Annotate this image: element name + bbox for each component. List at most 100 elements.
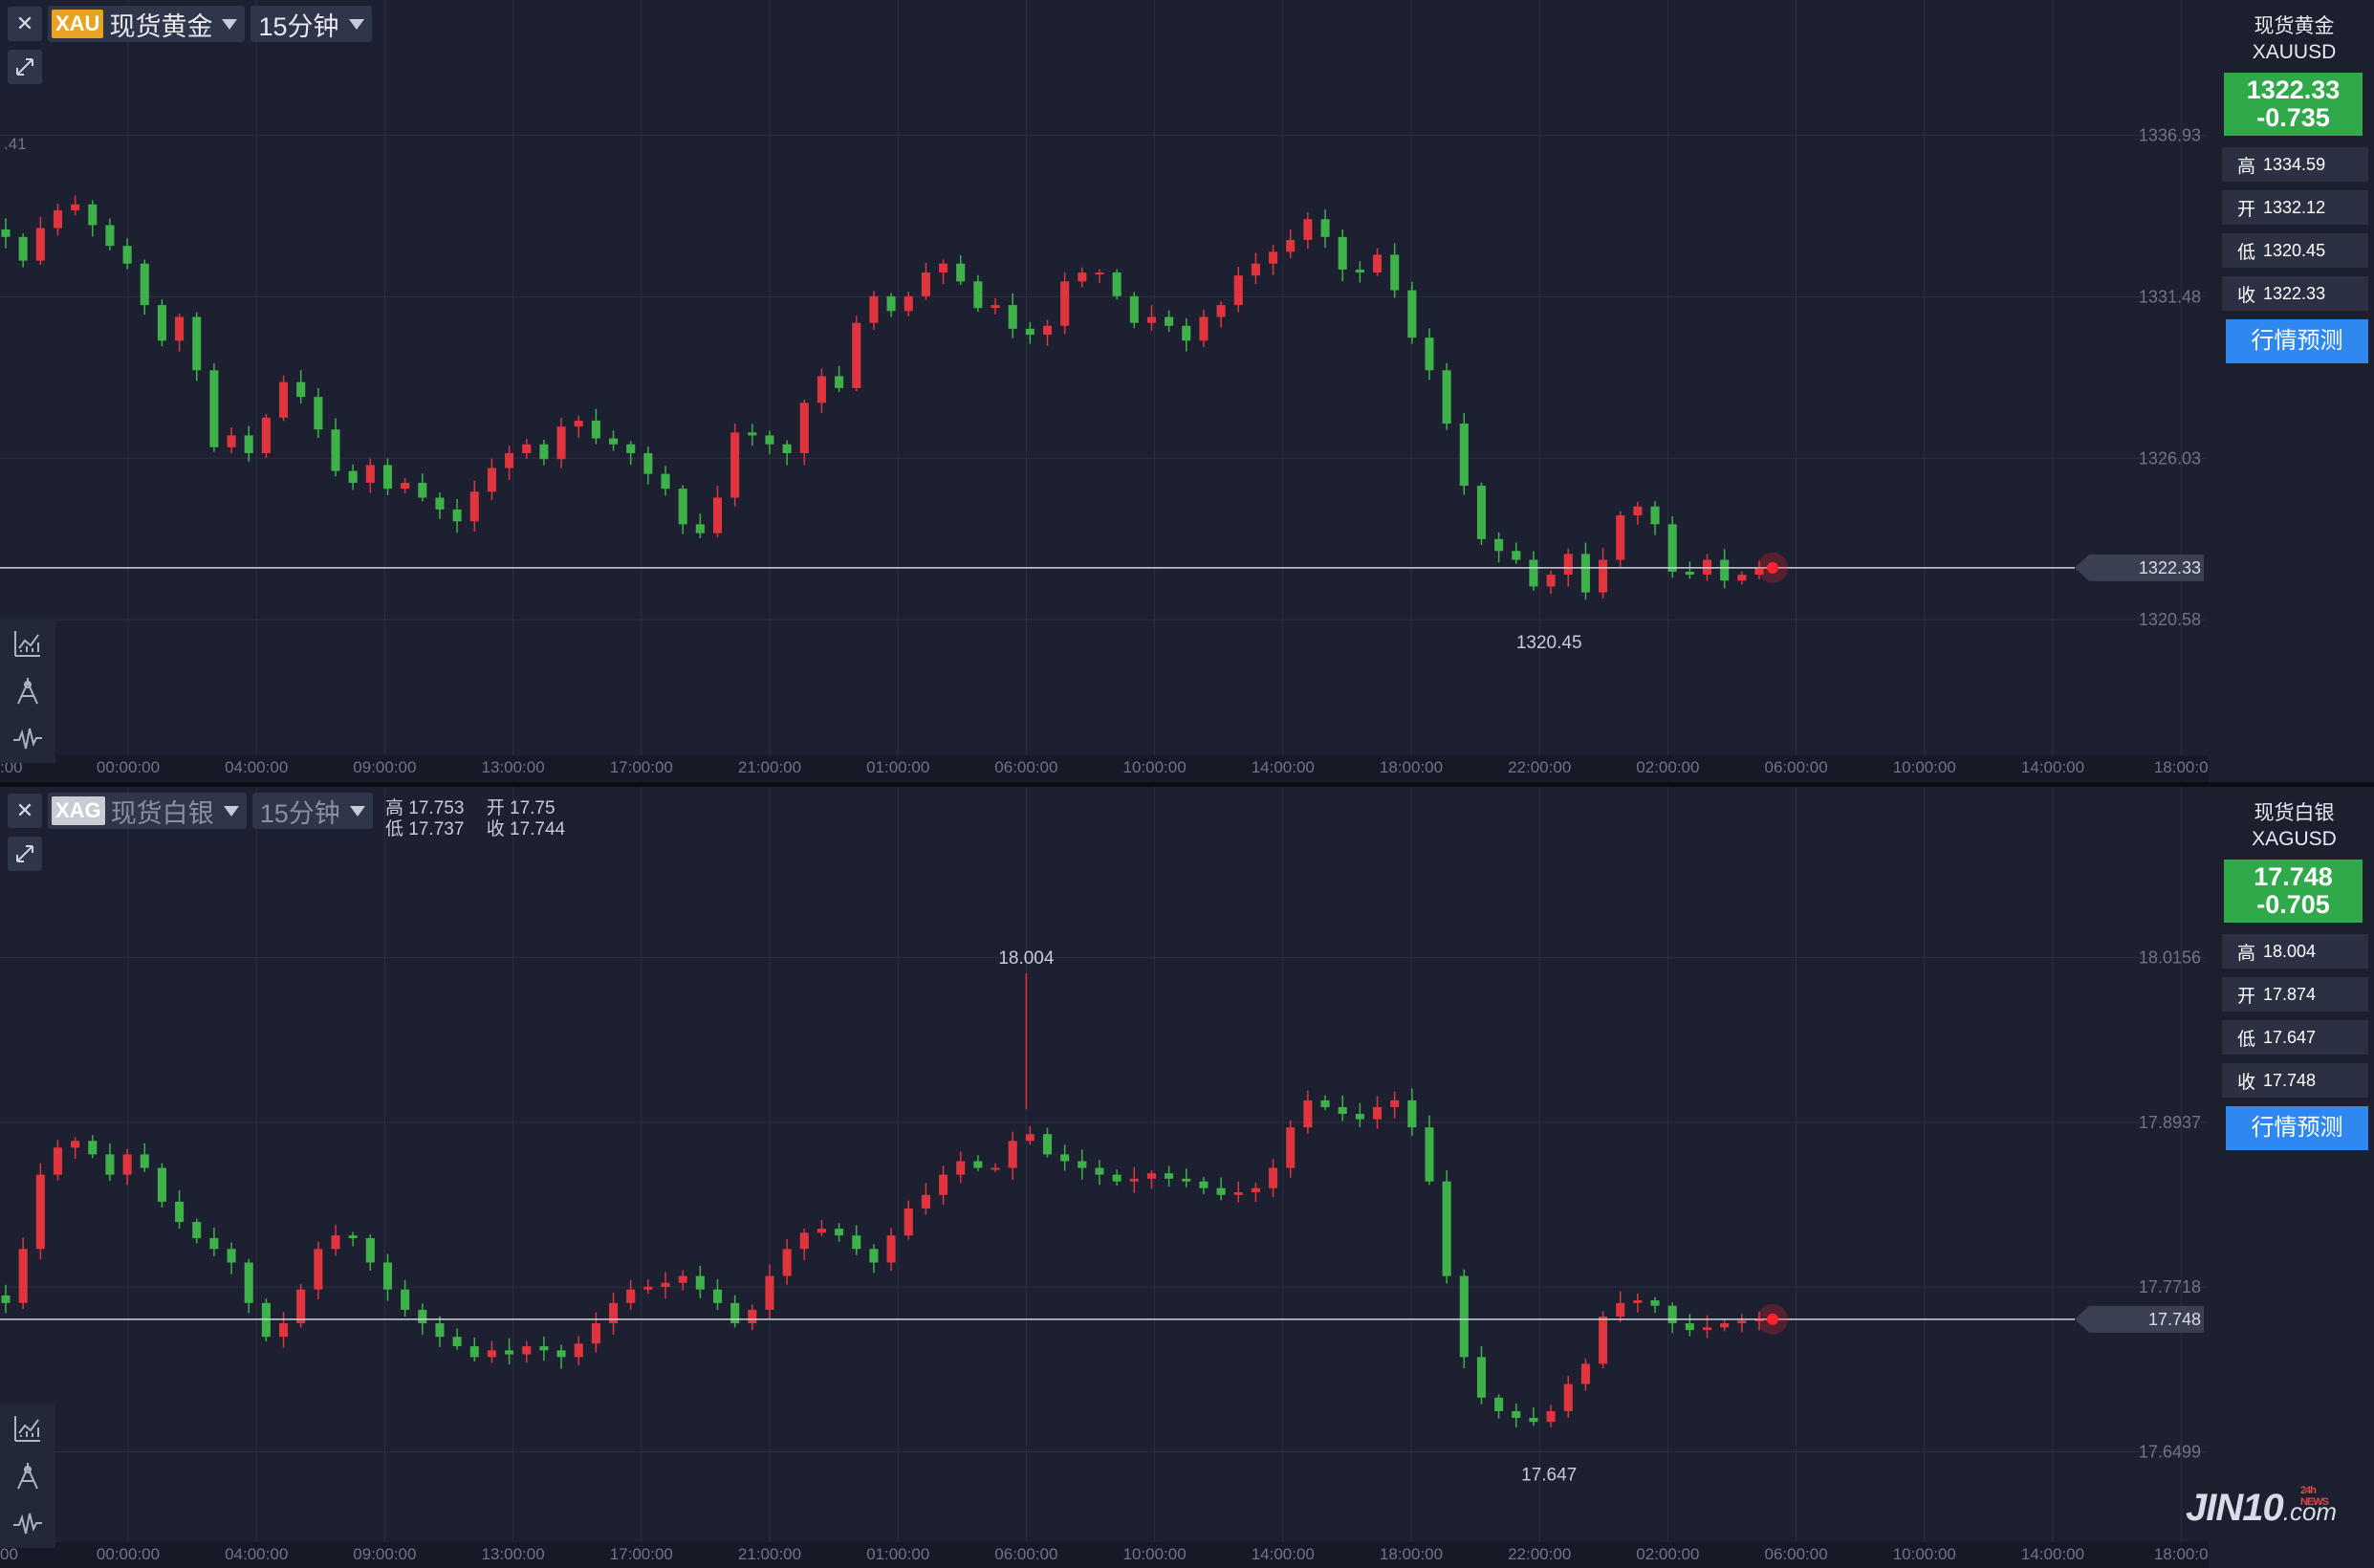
candle-body — [712, 1289, 723, 1303]
candle-body — [522, 444, 532, 453]
x-tick-label: 22:00:00 — [1508, 1545, 1571, 1563]
candle-body — [227, 435, 236, 447]
candle-body — [1060, 1154, 1070, 1162]
instrument-name: 现货黄金 XAUUSD — [2214, 13, 2374, 65]
x-axis-strip — [0, 755, 2209, 782]
candle-body — [1390, 254, 1400, 291]
candle-body — [1008, 305, 1017, 329]
x-tick-label: 10:00:00 — [1893, 758, 1956, 776]
candle-body — [1633, 506, 1643, 516]
candle-body — [1338, 236, 1347, 270]
drawing-tool-icon[interactable] — [11, 1460, 44, 1492]
candle-body — [487, 468, 496, 492]
candle-body — [1199, 1181, 1209, 1188]
drawing-tool-icon[interactable] — [11, 675, 44, 708]
close-icon: ✕ — [15, 798, 34, 822]
candle-body — [18, 1249, 28, 1303]
x-tick-label: 18:00:0 — [2154, 758, 2209, 776]
x-tick-label: 18:00:00 — [1380, 758, 1443, 776]
candle-body — [209, 1238, 219, 1250]
candle-body — [365, 1238, 375, 1263]
x-tick-label: 06:00:00 — [1765, 758, 1828, 776]
high-row: 高 1334.59 — [2222, 147, 2368, 182]
last-price: 17.748 — [2254, 862, 2333, 891]
forecast-button[interactable]: 行情预测 — [2226, 1106, 2368, 1150]
x-tick-label: 14:00:00 — [1252, 758, 1315, 776]
candle-body — [1233, 1191, 1243, 1195]
low-row: 低 17.647 — [2222, 1020, 2368, 1055]
high-value: 17.753 — [408, 798, 465, 818]
expand-chart-button[interactable] — [8, 50, 42, 84]
gold-candlestick-chart[interactable]: 00:00:00 04:00:00 09:00:00 13:00:00 17:00:00… — [0, 0, 2209, 782]
candle-body — [401, 1289, 410, 1310]
candle-body — [1320, 219, 1330, 237]
candle-body — [1599, 1316, 1608, 1364]
candle-body — [609, 438, 619, 445]
silver-candlestick-chart[interactable]: 00:00:00 04:00:00 09:00:00 13:00:00 17:00:00… — [0, 787, 2209, 1568]
candle-body — [1667, 524, 1677, 572]
candle-body — [1563, 554, 1573, 576]
silver-toolbar: ✕ XAG 现货白银 15分钟 — [8, 793, 373, 829]
low-label: 低 — [2237, 242, 2256, 263]
x-tick-label: 18:00:0 — [2154, 1545, 2209, 1563]
candle-body — [88, 204, 98, 226]
timeframe-selector[interactable]: 15分钟 — [251, 793, 373, 829]
price-change: -0.735 — [2256, 103, 2330, 132]
candle-body — [609, 1302, 619, 1324]
open-row: 开 17.874 — [2222, 977, 2368, 1012]
close-value: 1322.33 — [2263, 283, 2326, 303]
silver-chart-panel[interactable]: 00:00:00 04:00:00 09:00:00 13:00:00 17:00:00… — [0, 787, 2209, 1568]
symbol-selector[interactable]: XAU 现货黄金 — [48, 6, 246, 42]
x-tick-label: 04:00:00 — [225, 758, 288, 776]
waveform-icon[interactable] — [11, 1508, 44, 1540]
x-tick-label: 13:00:00 — [482, 1545, 545, 1563]
candle-body — [435, 1323, 445, 1338]
high-label: 高 — [2237, 156, 2256, 177]
candle-body — [973, 281, 983, 309]
indicator-icon[interactable] — [11, 1412, 44, 1445]
candle-body — [886, 1235, 896, 1263]
candle-body — [1060, 281, 1070, 326]
candle-body — [1372, 1106, 1383, 1120]
candle-body — [1025, 1134, 1035, 1142]
candle-body — [1146, 316, 1156, 323]
candle-body — [1008, 1141, 1017, 1168]
forecast-button[interactable]: 行情预测 — [2226, 319, 2368, 363]
close-chart-button[interactable]: ✕ — [8, 794, 42, 828]
expand-chart-button[interactable] — [8, 837, 42, 871]
candle-body — [991, 1167, 1000, 1170]
candle-body — [35, 1174, 45, 1250]
candle-body — [1355, 269, 1364, 273]
candle-body — [53, 209, 63, 229]
candle-body — [1599, 559, 1608, 593]
candle-body — [765, 435, 774, 445]
waveform-icon[interactable] — [11, 723, 44, 755]
gold-chart-panel[interactable]: 00:00:00 04:00:00 09:00:00 13:00:00 17:00:00… — [0, 0, 2209, 782]
candle-body — [556, 426, 566, 460]
y-tick-label: 18.0156 — [2139, 948, 2201, 968]
candle-body — [418, 1309, 427, 1324]
instrument-code: XAGUSD — [2252, 828, 2337, 850]
candle-body — [1112, 1174, 1122, 1182]
candle-body — [1425, 338, 1434, 371]
candle-body — [348, 470, 358, 483]
candle-body — [1372, 254, 1383, 273]
candle-body — [1095, 1167, 1104, 1175]
indicator-icon[interactable] — [11, 627, 44, 660]
price-change: -0.705 — [2256, 890, 2330, 919]
candle-body — [661, 473, 670, 490]
x-tick-label: 10:00:00 — [1123, 758, 1187, 776]
candle-body — [1233, 275, 1243, 306]
candle-body — [939, 263, 948, 273]
close-chart-button[interactable]: ✕ — [8, 7, 42, 41]
candle-body — [348, 1235, 358, 1239]
candle-body — [1737, 575, 1747, 581]
x-tick-label: 17:00:00 — [610, 758, 673, 776]
candle-body — [1702, 1327, 1712, 1331]
candle-body — [278, 1323, 289, 1338]
candle-body — [157, 305, 166, 341]
candle-body — [921, 272, 930, 296]
high-row: 高 18.004 — [2222, 934, 2368, 969]
timeframe-selector[interactable]: 15分钟 — [250, 6, 372, 42]
symbol-selector[interactable]: XAG 现货白银 — [48, 793, 247, 829]
